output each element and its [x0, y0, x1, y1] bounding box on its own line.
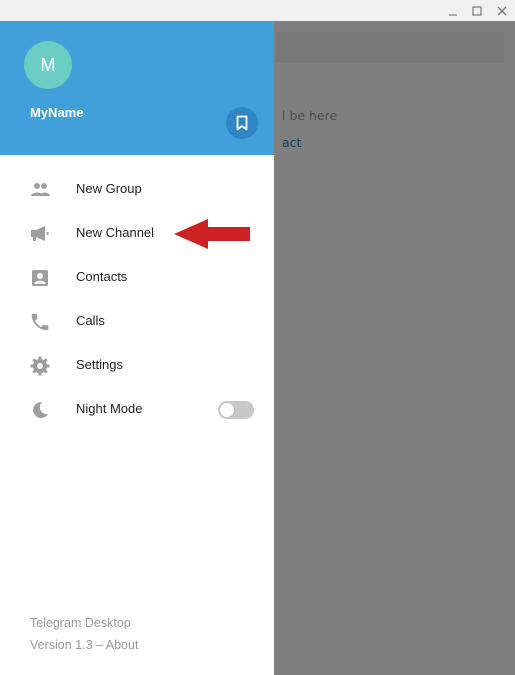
menu-label: Calls [76, 313, 105, 328]
avatar-letter: M [40, 54, 56, 75]
group-icon [29, 179, 51, 201]
title-bar [0, 0, 515, 21]
menu-label: Contacts [76, 269, 128, 284]
side-drawer: M MyName New Group New Channel Contacts … [0, 21, 274, 675]
menu-item-night-mode[interactable]: Night Mode [0, 388, 274, 432]
gear-icon [29, 355, 51, 377]
drawer-header: M MyName [0, 21, 274, 155]
app-name: Telegram Desktop [30, 616, 131, 630]
maximize-icon[interactable] [468, 2, 486, 19]
menu-item-contacts[interactable]: Contacts [0, 256, 274, 300]
megaphone-icon [29, 223, 51, 245]
drawer-menu: New Group New Channel Contacts Calls Set… [0, 168, 274, 432]
app-version: Version 1.3 – About [30, 638, 138, 652]
menu-item-calls[interactable]: Calls [0, 300, 274, 344]
close-icon[interactable] [493, 2, 511, 19]
version-text: Version 1.3 – [30, 638, 106, 652]
minimize-icon[interactable] [444, 2, 462, 19]
menu-item-settings[interactable]: Settings [0, 344, 274, 388]
menu-label: Settings [76, 357, 123, 372]
moon-icon [29, 399, 51, 421]
saved-messages-button[interactable] [226, 107, 258, 139]
contact-card-icon [29, 267, 51, 289]
menu-label: Night Mode [76, 401, 143, 416]
red-arrow-annotation [174, 219, 250, 249]
menu-label: New Channel [76, 225, 155, 240]
night-mode-toggle[interactable] [218, 401, 254, 419]
phone-icon [29, 311, 51, 333]
avatar[interactable]: M [24, 41, 72, 89]
menu-label: New Group [76, 181, 142, 196]
menu-item-new-group[interactable]: New Group [0, 168, 274, 212]
about-link[interactable]: About [106, 638, 139, 652]
username: MyName [30, 105, 84, 120]
toggle-knob [219, 402, 235, 418]
bookmark-icon [235, 115, 249, 131]
